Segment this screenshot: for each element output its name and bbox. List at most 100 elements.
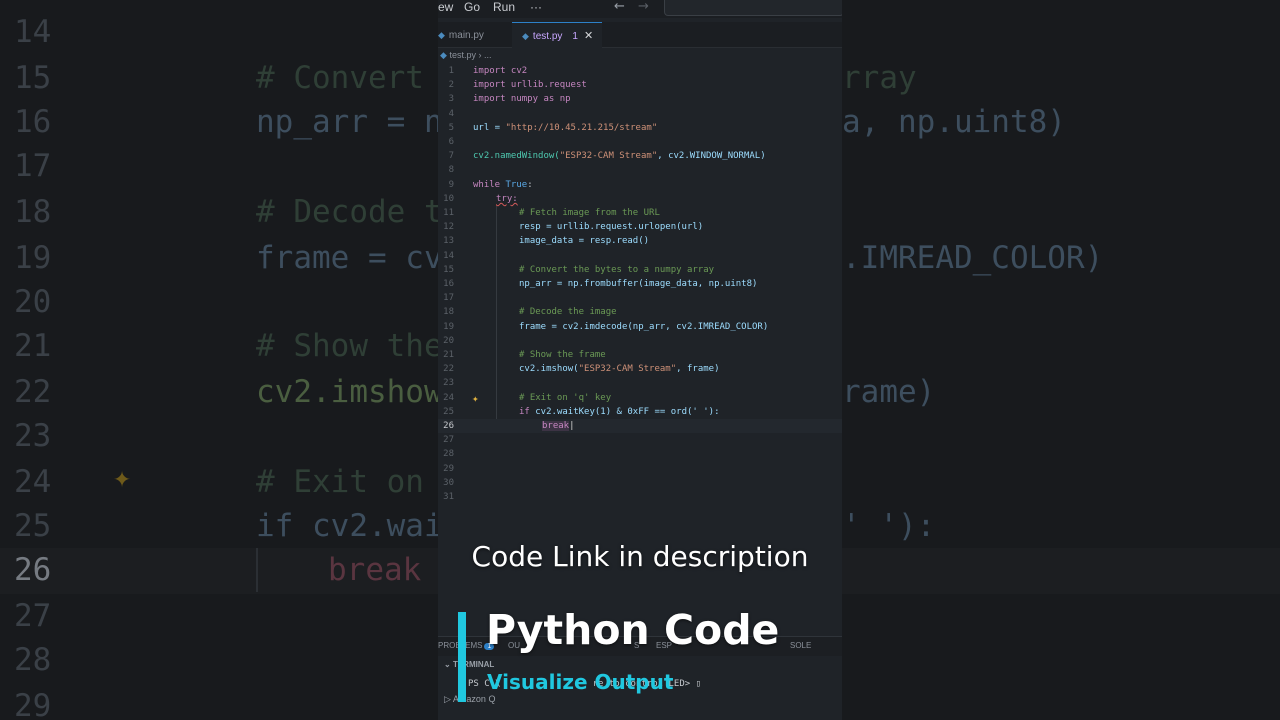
code-line: 10 try: <box>438 192 842 206</box>
line-number: 11 <box>443 208 454 218</box>
caption-text: Code Link in description <box>471 540 809 573</box>
bg-code-text: cv2.imshow <box>256 374 438 410</box>
code-text: resp = urllib.request.urlopen(url) <box>519 222 704 233</box>
tab-debug-console[interactable]: SOLE <box>790 641 811 650</box>
code-text: import cv2 <box>473 64 527 78</box>
bg-code-fragment: rame) <box>842 374 936 410</box>
breadcrumb-more[interactable]: ... <box>484 50 492 60</box>
bg-line-number: 18 <box>14 194 52 230</box>
code-token: cv2.imshow( <box>519 364 579 375</box>
code-text: url = "http://10.45.21.215/stream" <box>473 121 657 135</box>
code-line: 12 resp = urllib.request.urlopen(url) <box>438 220 842 234</box>
line-number: 27 <box>443 435 454 446</box>
code-token: import numpy as np <box>473 94 571 105</box>
bg-code-fragment: rray <box>842 60 917 96</box>
code-token: import cv2 <box>473 66 528 76</box>
line-number: 13 <box>443 236 454 247</box>
tab-test-py[interactable]: ◆ test.py 1 ✕ <box>512 22 602 48</box>
line-number: 26 <box>443 421 454 431</box>
back-arrow-icon[interactable]: ← <box>614 0 625 14</box>
line-number: 24 <box>443 392 454 403</box>
code-line: 20 <box>438 334 842 348</box>
code-line: 6 <box>438 135 842 149</box>
bg-code-text: # Decode t <box>256 194 438 230</box>
tab-main-py[interactable]: ◆ main.py <box>438 22 512 48</box>
code-text: if cv2.waitKey(1) & 0xFF == ord(' '): <box>519 405 720 419</box>
sparkle-icon[interactable]: ✦ <box>472 392 479 405</box>
line-number: 10 <box>443 193 454 204</box>
menu-bar: ew Go Run ··· ← → <box>438 0 842 18</box>
overlay-subtitle: Visualize Output <box>487 670 674 694</box>
code-line: 2 import urllib.request <box>438 78 842 92</box>
breadcrumb: ◆ test.py › ... <box>438 50 492 64</box>
bg-line-number: 27 <box>14 598 52 634</box>
line-number: 23 <box>443 378 454 389</box>
background-zoomed-code: 14 15 # Convert 16 np_arr = n 17 18 # Decod… <box>0 0 438 720</box>
code-line: 29 <box>438 462 842 476</box>
code-comment: # Fetch image from the URL <box>519 208 660 218</box>
line-number: 4 <box>448 108 454 119</box>
code-string: "ESP32-CAM Stream" <box>578 364 677 375</box>
bg-line-number: 28 <box>14 642 52 678</box>
text-cursor: | <box>569 421 575 431</box>
sparkle-icon: ✦ <box>113 460 132 495</box>
background-zoomed-code-right: rray a, np.uint8) .IMREAD_COLOR) rame) '… <box>842 0 1280 720</box>
forward-arrow-icon[interactable]: → <box>638 0 649 14</box>
line-number: 30 <box>443 477 454 488</box>
code-text: break| <box>542 419 575 433</box>
amazon-q-panel[interactable]: ▷ Amazon Q <box>444 694 495 705</box>
line-number: 18 <box>443 307 454 318</box>
line-number: 31 <box>443 492 454 502</box>
code-line: 22 cv2.imshow("ESP32-CAM Stream", frame) <box>438 362 842 376</box>
code-text: frame = cv2.imdecode(np_arr, cv2.IMREAD_… <box>519 321 769 332</box>
code-line: 16 np_arr = np.frombuffer(image_data, np.… <box>438 277 842 291</box>
code-text: while True: <box>473 178 533 192</box>
close-icon[interactable]: ✕ <box>584 30 593 42</box>
line-number: 21 <box>443 350 454 360</box>
code-token: True <box>505 179 528 190</box>
menu-go[interactable]: Go <box>464 0 480 14</box>
bg-line-number: 23 <box>14 418 52 454</box>
bg-code-text: frame = cv <box>256 240 438 276</box>
code-string: "ESP32-CAM Stream" <box>559 151 658 162</box>
bg-line-number: 22 <box>14 374 52 410</box>
code-line: 3 import numpy as np <box>438 92 842 106</box>
line-number: 15 <box>443 264 454 275</box>
code-line: 15 # Convert the bytes to a numpy array <box>438 263 842 277</box>
code-line: 8 <box>438 163 842 177</box>
code-token: while <box>473 179 506 190</box>
line-number: 2 <box>448 80 454 91</box>
code-text: import numpy as np <box>473 92 571 106</box>
terminal-section-header[interactable]: ⌄ TERMINAL <box>444 660 494 669</box>
line-number: 20 <box>443 335 454 346</box>
code-comment: # Show the frame <box>519 350 606 360</box>
code-token: cv2.namedWindow( <box>473 151 560 162</box>
line-number: 6 <box>448 137 454 147</box>
bg-line-number: 19 <box>14 240 52 276</box>
bg-line-number: 15 <box>14 60 52 96</box>
code-token: url = <box>473 122 506 133</box>
code-line: 9 while True: <box>438 178 842 192</box>
line-number: 22 <box>443 364 454 375</box>
menu-more[interactable]: ··· <box>530 0 542 14</box>
menu-run[interactable]: Run <box>493 0 515 14</box>
bg-code-fragment: ' '): <box>842 508 936 544</box>
command-center-search[interactable] <box>664 0 842 16</box>
line-number: 16 <box>443 279 454 289</box>
menu-view[interactable]: ew <box>438 0 453 14</box>
bg-line-number: 21 <box>14 328 52 364</box>
code-line: 13 image_data = resp.read() <box>438 234 842 248</box>
code-text: np_arr = np.frombuffer(image_data, np.ui… <box>519 279 758 289</box>
line-number: 1 <box>448 66 454 76</box>
problem-count-badge: 1 <box>572 31 578 42</box>
bg-line-number: 16 <box>14 104 52 140</box>
bg-code-text: # Exit on <box>256 464 424 500</box>
line-number: 17 <box>443 293 454 304</box>
line-number: 29 <box>443 463 454 474</box>
code-comment: # Exit on 'q' key <box>519 392 612 403</box>
code-token: import urllib.request <box>473 80 587 91</box>
bg-line-number: 14 <box>14 14 52 50</box>
line-number: 7 <box>448 151 454 162</box>
breadcrumb-file[interactable]: test.py <box>449 50 476 60</box>
bg-code-fragment: a, np.uint8) <box>842 104 1066 140</box>
